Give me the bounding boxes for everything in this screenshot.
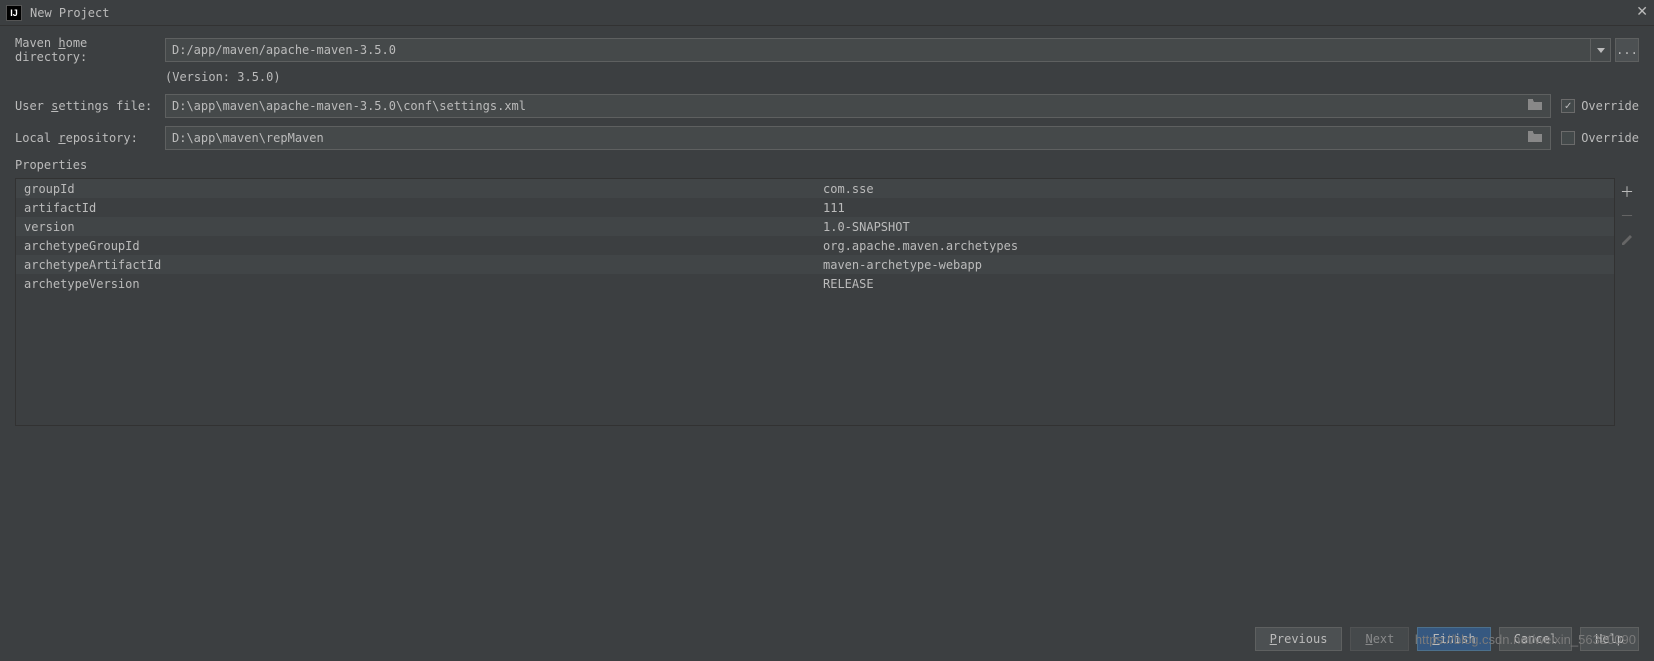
finish-button[interactable]: Finish — [1417, 627, 1490, 651]
property-key: archetypeGroupId — [16, 239, 815, 253]
property-key: artifactId — [16, 201, 815, 215]
property-value: RELEASE — [815, 277, 1614, 291]
cancel-button[interactable]: Cancel — [1499, 627, 1572, 651]
local-repo-value: D:\app\maven\repMaven — [172, 131, 324, 145]
properties-section: groupIdcom.sseartifactId111version1.0-SN… — [15, 178, 1639, 426]
maven-home-label: Maven home directory: — [15, 36, 165, 64]
titlebar: IJ New Project ✕ — [0, 0, 1654, 26]
override-label: Override — [1581, 131, 1639, 145]
property-value: com.sse — [815, 182, 1614, 196]
table-row[interactable]: archetypeGroupIdorg.apache.maven.archety… — [16, 236, 1614, 255]
local-repo-field[interactable]: D:\app\maven\repMaven — [165, 126, 1551, 150]
chevron-down-icon — [1597, 48, 1605, 53]
local-repo-label: Local repository: — [15, 131, 165, 145]
next-button[interactable]: Next — [1350, 627, 1409, 651]
user-settings-override-wrap: Override — [1561, 99, 1639, 113]
add-icon[interactable]: ＋ — [1617, 182, 1637, 202]
user-settings-override-checkbox[interactable] — [1561, 99, 1575, 113]
content-area: Maven home directory: D:/app/maven/apach… — [0, 26, 1654, 426]
maven-version-text: (Version: 3.5.0) — [165, 70, 1639, 84]
properties-toolbar: ＋ － — [1615, 178, 1639, 426]
maven-home-field[interactable]: D:/app/maven/apache-maven-3.5.0 — [165, 38, 1591, 62]
property-value: org.apache.maven.archetypes — [815, 239, 1614, 253]
table-row[interactable]: archetypeVersionRELEASE — [16, 274, 1614, 293]
folder-icon[interactable] — [1526, 98, 1544, 114]
help-button[interactable]: Help — [1580, 627, 1639, 651]
table-row[interactable]: groupIdcom.sse — [16, 179, 1614, 198]
local-repo-row: Local repository: D:\app\maven\repMaven … — [15, 126, 1639, 150]
user-settings-label: User settings file: — [15, 99, 165, 113]
app-icon: IJ — [6, 5, 22, 21]
local-repo-override-wrap: Override — [1561, 131, 1639, 145]
property-key: archetypeArtifactId — [16, 258, 815, 272]
table-row[interactable]: artifactId111 — [16, 198, 1614, 217]
close-icon[interactable]: ✕ — [1636, 3, 1648, 20]
properties-table[interactable]: groupIdcom.sseartifactId111version1.0-SN… — [15, 178, 1615, 426]
table-row[interactable]: archetypeArtifactIdmaven-archetype-webap… — [16, 255, 1614, 274]
property-key: version — [16, 220, 815, 234]
override-label: Override — [1581, 99, 1639, 113]
local-repo-override-checkbox[interactable] — [1561, 131, 1575, 145]
property-key: archetypeVersion — [16, 277, 815, 291]
user-settings-value: D:\app\maven\apache-maven-3.5.0\conf\set… — [172, 99, 526, 113]
maven-home-row: Maven home directory: D:/app/maven/apach… — [15, 36, 1639, 64]
property-key: groupId — [16, 182, 815, 196]
user-settings-field[interactable]: D:\app\maven\apache-maven-3.5.0\conf\set… — [165, 94, 1551, 118]
previous-button[interactable]: Previous — [1255, 627, 1343, 651]
properties-label: Properties — [15, 158, 1639, 172]
folder-icon[interactable] — [1526, 130, 1544, 146]
maven-home-dropdown[interactable] — [1591, 38, 1611, 62]
window-title: New Project — [30, 6, 109, 20]
user-settings-row: User settings file: D:\app\maven\apache-… — [15, 94, 1639, 118]
remove-icon[interactable]: － — [1617, 206, 1637, 226]
property-value: 1.0-SNAPSHOT — [815, 220, 1614, 234]
footer-buttons: Previous Next Finish Cancel Help — [1255, 627, 1639, 651]
property-value: maven-archetype-webapp — [815, 258, 1614, 272]
table-row[interactable]: version1.0-SNAPSHOT — [16, 217, 1614, 236]
edit-icon[interactable] — [1617, 230, 1637, 250]
maven-home-more-button[interactable]: ... — [1615, 38, 1639, 62]
property-value: 111 — [815, 201, 1614, 215]
